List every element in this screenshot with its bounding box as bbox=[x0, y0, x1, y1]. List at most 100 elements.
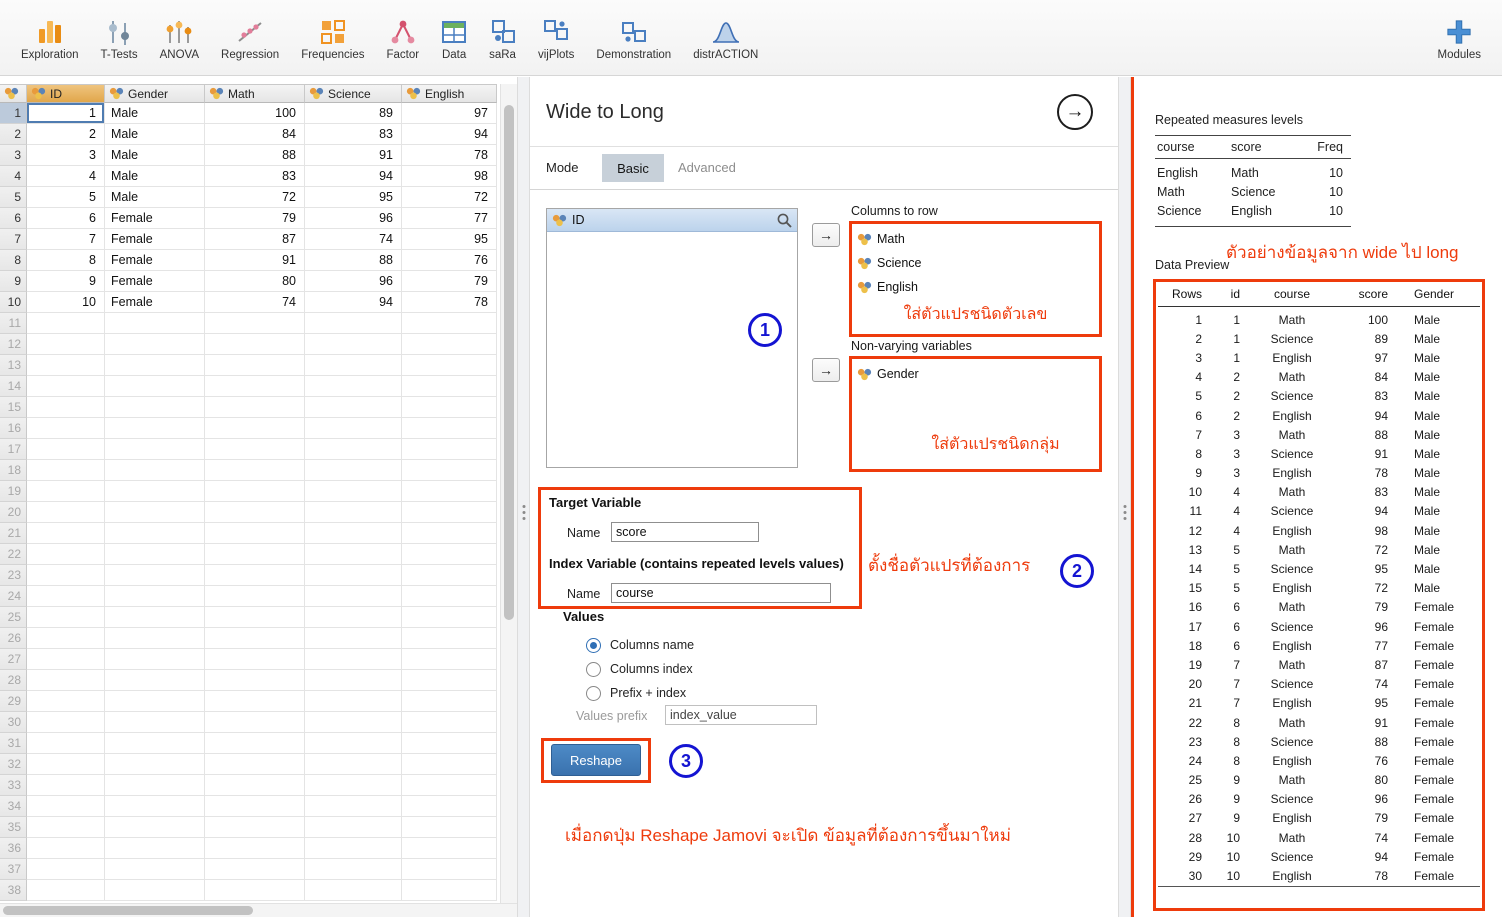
cell[interactable] bbox=[27, 607, 105, 628]
cell[interactable] bbox=[27, 397, 105, 418]
cell[interactable] bbox=[27, 880, 105, 901]
row-number[interactable]: 11 bbox=[0, 313, 27, 334]
variable-item-gender[interactable]: Gender bbox=[852, 362, 1099, 386]
move-to-nonvarying-button[interactable]: → bbox=[812, 358, 840, 382]
cell[interactable] bbox=[105, 544, 205, 565]
cell[interactable]: Female bbox=[105, 250, 205, 271]
cell[interactable]: Male bbox=[105, 145, 205, 166]
cell[interactable] bbox=[27, 544, 105, 565]
modules-button[interactable]: Modules bbox=[1427, 11, 1492, 65]
toolbar-item-demonstration[interactable]: Demonstration bbox=[585, 11, 682, 65]
toolbar-item-frequencies[interactable]: Frequencies bbox=[290, 11, 375, 65]
radio-icon[interactable] bbox=[586, 662, 601, 677]
cell[interactable] bbox=[402, 838, 497, 859]
sheet-vertical-scrollbar[interactable] bbox=[500, 84, 517, 903]
cell[interactable] bbox=[105, 460, 205, 481]
splitter-left[interactable] bbox=[517, 77, 530, 917]
cell[interactable] bbox=[305, 775, 402, 796]
cell[interactable]: 94 bbox=[305, 292, 402, 313]
cell[interactable]: 79 bbox=[205, 208, 305, 229]
cell[interactable] bbox=[402, 334, 497, 355]
row-number[interactable]: 13 bbox=[0, 355, 27, 376]
row-number[interactable]: 24 bbox=[0, 586, 27, 607]
cell[interactable] bbox=[27, 355, 105, 376]
cell[interactable] bbox=[402, 397, 497, 418]
cell[interactable] bbox=[205, 880, 305, 901]
cell[interactable] bbox=[305, 586, 402, 607]
cell[interactable] bbox=[205, 523, 305, 544]
column-header-gender[interactable]: Gender bbox=[105, 84, 205, 103]
cell[interactable] bbox=[402, 355, 497, 376]
cell[interactable] bbox=[205, 544, 305, 565]
variable-item-id[interactable]: ID bbox=[547, 209, 797, 232]
row-number[interactable]: 22 bbox=[0, 544, 27, 565]
cell[interactable] bbox=[105, 733, 205, 754]
cell[interactable] bbox=[305, 712, 402, 733]
cell[interactable]: 7 bbox=[27, 229, 105, 250]
move-to-columns-button[interactable]: → bbox=[812, 223, 840, 247]
cell[interactable] bbox=[402, 481, 497, 502]
cell[interactable] bbox=[205, 775, 305, 796]
row-number[interactable]: 5 bbox=[0, 187, 27, 208]
values-option-0[interactable]: Columns name bbox=[586, 633, 694, 657]
row-number[interactable]: 21 bbox=[0, 523, 27, 544]
cell[interactable] bbox=[27, 313, 105, 334]
cell[interactable] bbox=[205, 649, 305, 670]
row-number[interactable]: 8 bbox=[0, 250, 27, 271]
cell[interactable] bbox=[105, 859, 205, 880]
cell[interactable] bbox=[205, 733, 305, 754]
variable-item-science[interactable]: Science bbox=[852, 251, 1099, 275]
cell[interactable]: Male bbox=[105, 187, 205, 208]
cell[interactable] bbox=[305, 565, 402, 586]
cell[interactable] bbox=[305, 628, 402, 649]
row-number[interactable]: 26 bbox=[0, 628, 27, 649]
values-prefix-input[interactable] bbox=[665, 705, 817, 725]
cell[interactable] bbox=[305, 859, 402, 880]
toolbar-item-regression[interactable]: Regression bbox=[210, 11, 290, 65]
toolbar-item-anova[interactable]: ANOVA bbox=[149, 11, 210, 65]
cell[interactable]: 78 bbox=[402, 145, 497, 166]
cell[interactable] bbox=[205, 859, 305, 880]
cell[interactable]: 5 bbox=[27, 187, 105, 208]
toolbar-item-exploration[interactable]: Exploration bbox=[10, 11, 90, 65]
cell[interactable] bbox=[205, 502, 305, 523]
row-number[interactable]: 4 bbox=[0, 166, 27, 187]
cell[interactable]: 91 bbox=[205, 250, 305, 271]
row-number[interactable]: 18 bbox=[0, 460, 27, 481]
cell[interactable]: 8 bbox=[27, 250, 105, 271]
row-number[interactable]: 27 bbox=[0, 649, 27, 670]
scrollbar-thumb[interactable] bbox=[504, 105, 514, 620]
row-number[interactable]: 14 bbox=[0, 376, 27, 397]
proceed-arrow-button[interactable]: → bbox=[1057, 94, 1093, 130]
row-number[interactable]: 32 bbox=[0, 754, 27, 775]
cell[interactable] bbox=[27, 460, 105, 481]
sheet-horizontal-scrollbar[interactable] bbox=[0, 903, 517, 917]
cell[interactable] bbox=[205, 670, 305, 691]
cell[interactable] bbox=[27, 859, 105, 880]
cell[interactable] bbox=[402, 376, 497, 397]
toolbar-item-vijplots[interactable]: vijPlots bbox=[527, 11, 585, 65]
cell[interactable] bbox=[402, 439, 497, 460]
cell[interactable] bbox=[305, 502, 402, 523]
splitter-right[interactable] bbox=[1118, 77, 1131, 917]
row-number[interactable]: 9 bbox=[0, 271, 27, 292]
cell[interactable] bbox=[305, 460, 402, 481]
cell[interactable]: 72 bbox=[205, 187, 305, 208]
radio-icon[interactable] bbox=[586, 638, 601, 653]
cell[interactable] bbox=[105, 313, 205, 334]
cell[interactable] bbox=[27, 565, 105, 586]
cell[interactable] bbox=[205, 691, 305, 712]
cell[interactable] bbox=[305, 376, 402, 397]
cell[interactable] bbox=[402, 712, 497, 733]
cell[interactable] bbox=[402, 628, 497, 649]
cell[interactable] bbox=[105, 502, 205, 523]
cell[interactable] bbox=[305, 418, 402, 439]
cell[interactable] bbox=[205, 481, 305, 502]
cell[interactable] bbox=[105, 775, 205, 796]
cell[interactable] bbox=[402, 817, 497, 838]
cell[interactable] bbox=[402, 733, 497, 754]
cell[interactable]: 100 bbox=[205, 103, 305, 124]
cell[interactable] bbox=[305, 817, 402, 838]
toolbar-item-ttests[interactable]: T-Tests bbox=[90, 11, 149, 65]
tab-advanced[interactable]: Advanced bbox=[678, 160, 736, 175]
